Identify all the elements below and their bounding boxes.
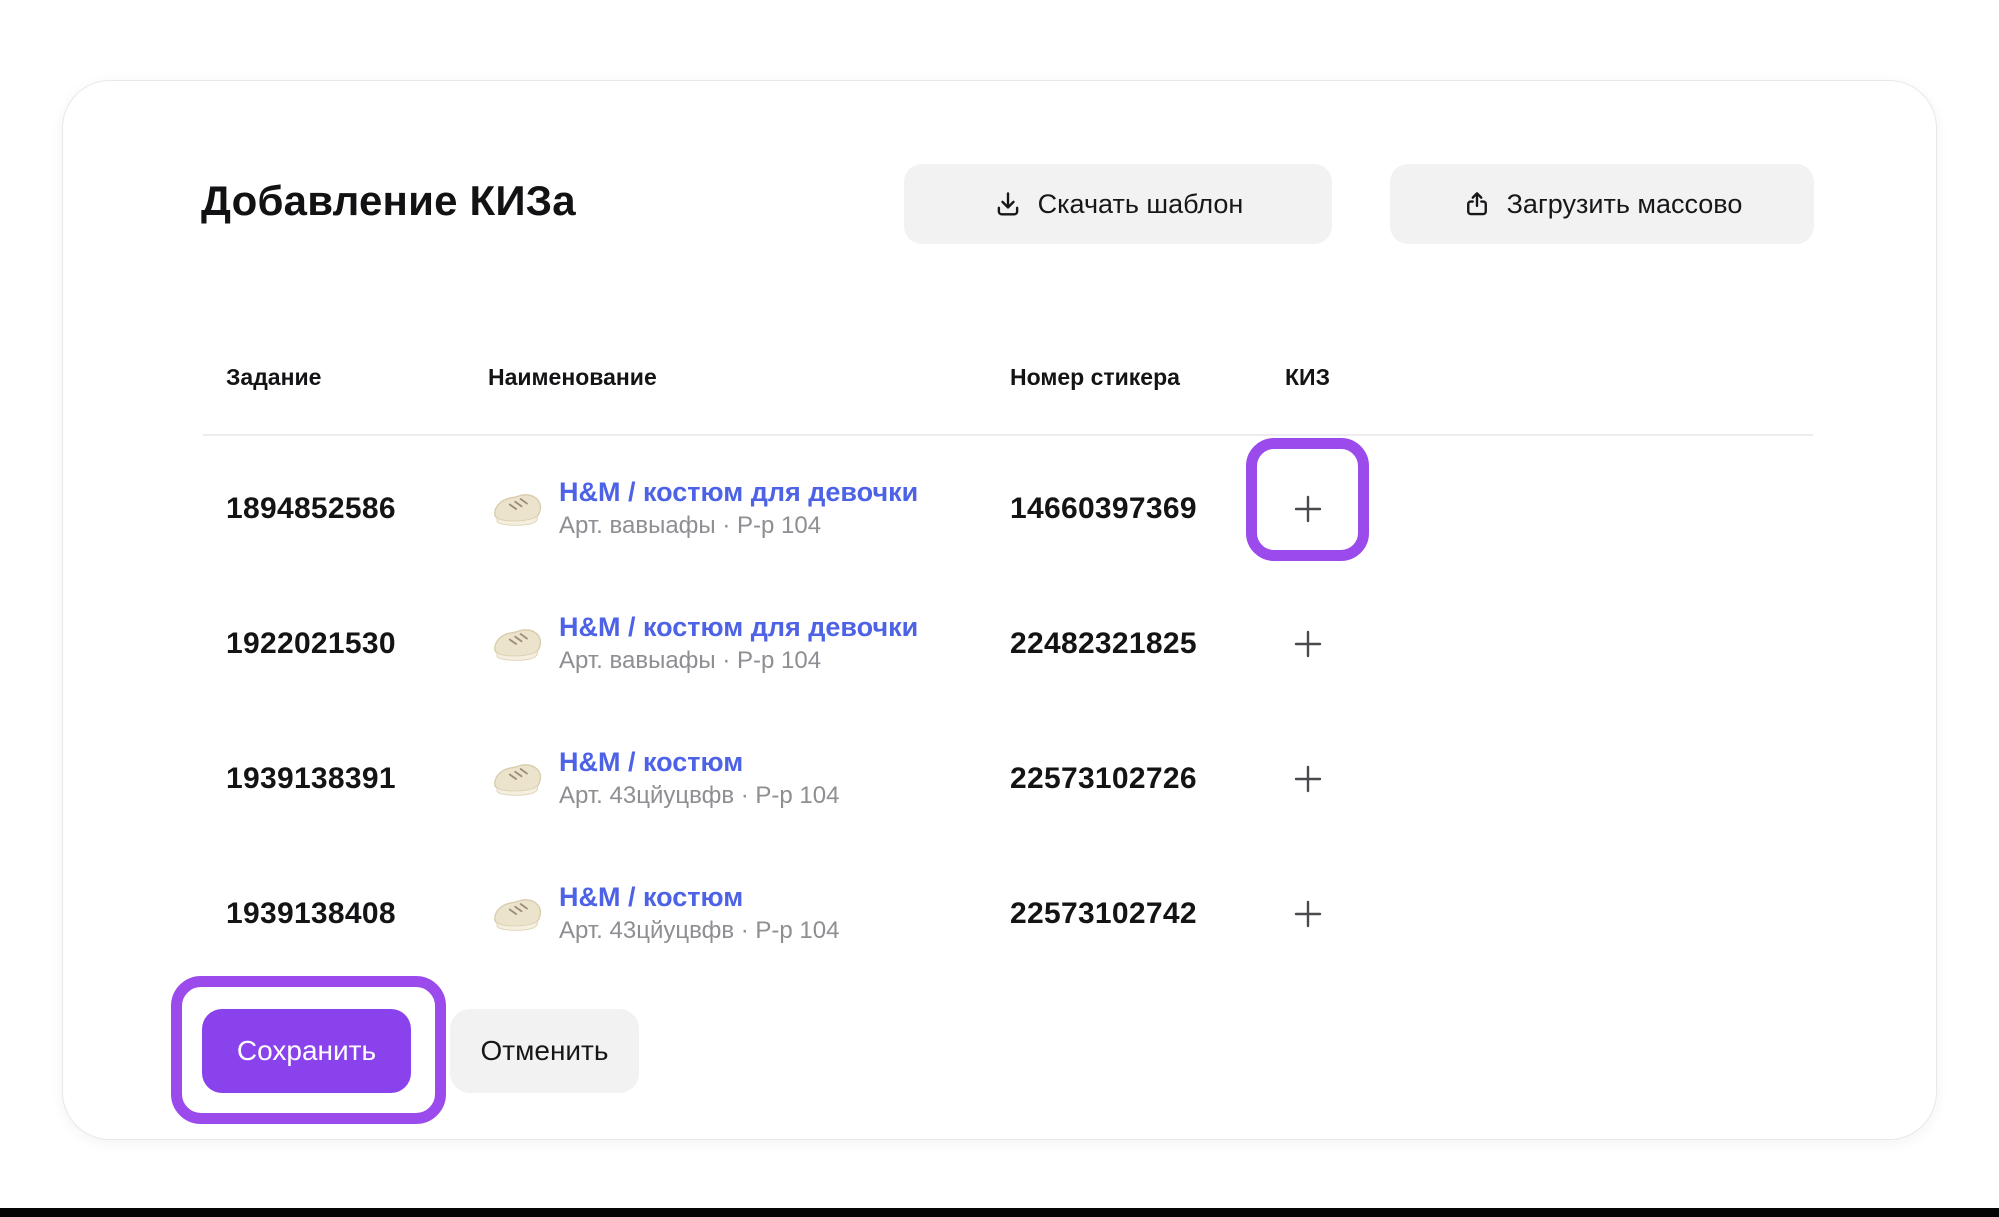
sticker-number: 14660397369	[1010, 492, 1246, 526]
sticker-number: 22573102742	[1010, 897, 1246, 931]
sticker-number: 22482321825	[1010, 627, 1246, 661]
column-header-task: Задание	[226, 364, 488, 391]
table-row: 1922021530 H&M / костюм для девочки Арт.…	[226, 576, 1813, 711]
column-header-name: Наименование	[488, 364, 1010, 391]
task-id: 1922021530	[226, 627, 488, 661]
product-thumbnail	[488, 485, 546, 533]
table-header: Задание Наименование Номер стикера КИЗ	[226, 357, 1813, 397]
screen: Добавление КИЗа Скачать шаблон Загрузить	[0, 0, 1999, 1217]
product-link[interactable]: H&M / костюм для девочки	[559, 477, 918, 508]
cancel-button[interactable]: Отменить	[450, 1009, 639, 1093]
table-header-divider	[203, 434, 1813, 436]
save-button[interactable]: Сохранить	[202, 1009, 411, 1093]
product-thumbnail	[488, 755, 546, 803]
add-kiz-button[interactable]	[1273, 474, 1343, 544]
download-template-label: Скачать шаблон	[1038, 189, 1244, 220]
plus-icon	[1291, 627, 1325, 661]
task-id: 1894852586	[226, 492, 488, 526]
bulk-upload-button[interactable]: Загрузить массово	[1390, 164, 1814, 244]
add-kiz-button[interactable]	[1273, 609, 1343, 679]
task-id: 1939138391	[226, 762, 488, 796]
column-header-sticker: Номер стикера	[1010, 364, 1246, 391]
task-id: 1939138408	[226, 897, 488, 931]
add-kiz-button[interactable]	[1273, 744, 1343, 814]
product-thumbnail	[488, 890, 546, 938]
add-kiz-card: Добавление КИЗа Скачать шаблон Загрузить	[62, 80, 1937, 1140]
product-details: Арт. вавыафы · Р-р 104	[559, 647, 918, 675]
product-link[interactable]: H&M / костюм	[559, 747, 839, 778]
sticker-number: 22573102726	[1010, 762, 1246, 796]
bottom-bar	[0, 1208, 1999, 1217]
bulk-upload-label: Загрузить массово	[1507, 189, 1743, 220]
product-link[interactable]: H&M / костюм	[559, 882, 839, 913]
table-row: 1894852586 H&M / костюм для девочки Арт.…	[226, 441, 1813, 576]
plus-icon	[1291, 492, 1325, 526]
product-thumbnail	[488, 620, 546, 668]
product-details: Арт. 43цйуцвфв · Р-р 104	[559, 917, 839, 945]
product-link[interactable]: H&M / костюм для девочки	[559, 612, 918, 643]
page-title: Добавление КИЗа	[201, 177, 576, 225]
table-row: 1939138391 H&M / костюм Арт. 43цйуцвфв ·…	[226, 711, 1813, 846]
table-body: 1894852586 H&M / костюм для девочки Арт.…	[226, 441, 1813, 981]
add-kiz-button[interactable]	[1273, 879, 1343, 949]
column-header-kiz: КИЗ	[1246, 364, 1369, 391]
download-icon	[993, 189, 1023, 219]
plus-icon	[1291, 762, 1325, 796]
download-template-button[interactable]: Скачать шаблон	[904, 164, 1332, 244]
product-details: Арт. вавыафы · Р-р 104	[559, 512, 918, 540]
product-details: Арт. 43цйуцвфв · Р-р 104	[559, 782, 839, 810]
plus-icon	[1291, 897, 1325, 931]
upload-icon	[1462, 189, 1492, 219]
table-row: 1939138408 H&M / костюм Арт. 43цйуцвфв ·…	[226, 846, 1813, 981]
